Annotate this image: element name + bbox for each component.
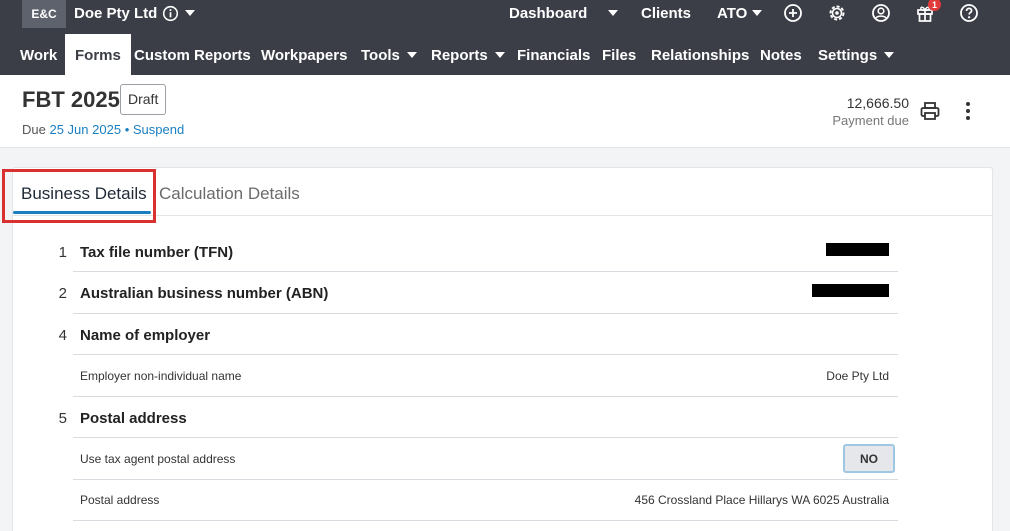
nav-item-label: Tools: [361, 47, 400, 64]
redacted-value: [826, 243, 889, 256]
form-row-abn: 2 Australian business number (ABN): [59, 272, 898, 314]
nav-item-tools[interactable]: Tools: [361, 34, 417, 75]
use-tax-agent-address-toggle[interactable]: NO: [843, 444, 895, 473]
app-logo[interactable]: E&C: [22, 0, 66, 28]
form-row-tfn: 1 Tax file number (TFN): [59, 230, 898, 272]
main-nav: Work Forms Custom Reports Workpapers Too…: [0, 34, 1010, 75]
top-bar: E&C Doe Pty Ltd Dashboard Clients ATO 1: [0, 0, 1010, 34]
chevron-down-icon: [406, 52, 417, 58]
add-icon[interactable]: [783, 3, 803, 23]
nav-item-custom-reports[interactable]: Custom Reports: [134, 34, 251, 75]
field-value[interactable]: Doe Pty Ltd: [826, 369, 889, 383]
row-label: Tax file number (TFN): [80, 244, 234, 261]
nav-item-label: Reports: [431, 47, 488, 64]
form-card: Business Details Calculation Details 1 T…: [12, 167, 993, 531]
nav-item-work[interactable]: Work: [20, 34, 57, 75]
notification-badge: 1: [928, 0, 941, 11]
user-icon[interactable]: [871, 3, 891, 23]
chevron-down-icon: [494, 52, 505, 58]
row-number: 4: [58, 327, 67, 344]
highlight-annotation: [2, 169, 156, 223]
nav-item-relationships[interactable]: Relationships: [651, 34, 749, 75]
print-icon[interactable]: [919, 100, 941, 122]
form-header: FBT 2025 Draft Due 25 Jun 2025 • Suspend…: [0, 75, 1010, 148]
payment-amount: 12,666.50: [846, 95, 909, 111]
help-icon[interactable]: [959, 3, 979, 23]
form-row-postal-address: 5 Postal address: [59, 396, 898, 438]
form-row-use-tax-agent-address: Use tax agent postal address NO: [73, 438, 898, 480]
tab-calculation-details[interactable]: Calculation Details: [159, 184, 300, 204]
field-value[interactable]: 456 Crossland Place Hillarys WA 6025 Aus…: [635, 493, 889, 507]
row-label: Name of employer: [80, 327, 211, 344]
nav-item-settings[interactable]: Settings: [818, 34, 895, 75]
due-prefix: Due: [22, 122, 46, 137]
ato-menu[interactable]: ATO: [717, 5, 747, 22]
redacted-value: [812, 284, 889, 297]
nav-item-workpapers[interactable]: Workpapers: [261, 34, 347, 75]
dashboard-link[interactable]: Dashboard: [509, 5, 587, 22]
nav-item-label: Settings: [818, 47, 878, 64]
chevron-down-icon[interactable]: [185, 10, 195, 16]
status-badge: Draft: [120, 84, 167, 115]
field-label: Employer non-individual name: [80, 369, 242, 383]
info-icon[interactable]: [162, 5, 179, 22]
more-options-icon[interactable]: [958, 100, 978, 122]
form-row-employer-non-individual-name: Employer non-individual name Doe Pty Ltd: [73, 355, 898, 397]
row-label: Postal address: [80, 410, 187, 427]
separator: •: [124, 122, 130, 137]
row-number: 1: [58, 244, 67, 261]
payment-due-label: Payment due: [832, 113, 909, 128]
nav-item-forms[interactable]: Forms: [65, 34, 131, 75]
chevron-down-icon[interactable]: [608, 10, 618, 16]
row-label: Australian business number (ABN): [80, 285, 329, 302]
field-label: Postal address: [80, 493, 160, 507]
page-title: FBT 2025: [22, 87, 120, 112]
clients-link[interactable]: Clients: [641, 5, 691, 22]
due-date-link[interactable]: 25 Jun 2025: [49, 122, 121, 137]
due-line: Due 25 Jun 2025 • Suspend: [22, 122, 184, 137]
row-number: 2: [58, 285, 67, 302]
client-name[interactable]: Doe Pty Ltd: [74, 5, 157, 22]
field-label: Use tax agent postal address: [80, 452, 236, 466]
tab-bar: Business Details Calculation Details: [13, 168, 992, 216]
chevron-down-icon[interactable]: [752, 10, 762, 16]
suspend-link[interactable]: Suspend: [133, 122, 184, 137]
gear-icon[interactable]: [827, 3, 847, 23]
form-row-postal-address-value: Postal address 456 Crossland Place Hilla…: [73, 479, 898, 521]
form-row-employer-name: 4 Name of employer: [59, 313, 898, 355]
chevron-down-icon: [884, 52, 895, 58]
nav-item-notes[interactable]: Notes: [760, 34, 802, 75]
nav-item-reports[interactable]: Reports: [431, 34, 505, 75]
nav-item-financials[interactable]: Financials: [517, 34, 590, 75]
row-number: 5: [58, 410, 67, 427]
nav-item-files[interactable]: Files: [602, 34, 636, 75]
